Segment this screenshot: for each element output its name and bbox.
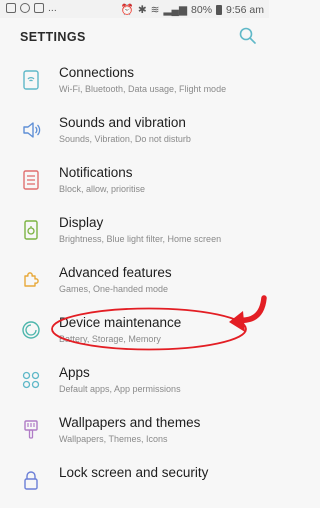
settings-item-notifications[interactable]: Notifications Block, allow, prioritise: [0, 158, 269, 208]
settings-item-title: Connections: [59, 65, 135, 80]
battery-icon: [216, 4, 223, 15]
settings-item-subtitle: Battery, Storage, Memory: [59, 334, 161, 344]
paintbrush-icon: [24, 420, 38, 439]
settings-item-subtitle: Wallpapers, Themes, Icons: [59, 434, 168, 444]
speaker-icon: [23, 122, 41, 138]
settings-item-device-maintenance[interactable]: Device maintenance Battery, Storage, Mem…: [0, 308, 269, 358]
puzzle-icon: [24, 272, 39, 287]
signal-icon: ▂▄▆: [163, 3, 188, 16]
settings-item-subtitle: Block, allow, prioritise: [59, 184, 146, 194]
apps-icon: [22, 371, 40, 389]
wifi-icon: ≋: [150, 3, 160, 16]
whatsapp-icon: [20, 3, 30, 13]
settings-item-display[interactable]: Display Brightness, Blue light filter, H…: [0, 208, 269, 258]
clock: 9:56 am: [226, 3, 264, 16]
connections-icon: [23, 70, 39, 90]
settings-item-lock-screen[interactable]: Lock screen and security: [0, 458, 269, 508]
bluetooth-icon: ✱: [137, 3, 147, 16]
settings-item-subtitle: Wi-Fi, Bluetooth, Data usage, Flight mod…: [59, 84, 227, 94]
display-icon: [24, 220, 38, 240]
status-bar-right: ⏰ ✱ ≋ ▂▄▆ 80% 9:56 am: [120, 3, 264, 17]
status-bar: ... ⏰ ✱ ≋ ▂▄▆ 80% 9:56 am: [0, 0, 269, 18]
settings-item-subtitle: Default apps, App permissions: [59, 384, 181, 394]
search-button[interactable]: [238, 26, 258, 46]
settings-item-subtitle: Brightness, Blue light filter, Home scre…: [59, 234, 222, 244]
notifications-icon: [23, 170, 39, 190]
settings-item-title: Advanced features: [59, 265, 172, 280]
settings-item-advanced[interactable]: Advanced features Games, One-handed mode: [0, 258, 269, 308]
search-icon: [239, 27, 256, 44]
settings-item-sounds[interactable]: Sounds and vibration Sounds, Vibration, …: [0, 108, 269, 158]
page-title: SETTINGS: [20, 30, 86, 44]
settings-item-title: Wallpapers and themes: [59, 415, 201, 430]
app-bar: SETTINGS: [0, 18, 269, 58]
settings-item-subtitle: Sounds, Vibration, Do not disturb: [59, 134, 191, 144]
flipboard-icon: [34, 3, 44, 13]
status-bar-left: ...: [6, 2, 57, 14]
settings-item-title: Display: [59, 215, 104, 230]
settings-item-title: Device maintenance: [59, 315, 182, 330]
settings-item-title: Apps: [59, 365, 90, 380]
battery-percent: 80%: [191, 3, 213, 16]
settings-item-wallpapers[interactable]: Wallpapers and themes Wallpapers, Themes…: [0, 408, 269, 458]
status-more: ...: [48, 2, 57, 14]
lock-icon: [24, 471, 38, 490]
gallery-icon: [6, 3, 16, 13]
settings-item-subtitle: Games, One-handed mode: [59, 284, 169, 294]
settings-item-title: Sounds and vibration: [59, 115, 186, 130]
device-maintenance-icon: [22, 321, 40, 339]
settings-item-apps[interactable]: Apps Default apps, App permissions: [0, 358, 269, 408]
settings-item-connections[interactable]: Connections Wi-Fi, Bluetooth, Data usage…: [0, 58, 269, 108]
settings-item-title: Notifications: [59, 165, 133, 180]
alarm-icon: ⏰: [120, 4, 134, 16]
settings-item-title: Lock screen and security: [59, 465, 209, 480]
